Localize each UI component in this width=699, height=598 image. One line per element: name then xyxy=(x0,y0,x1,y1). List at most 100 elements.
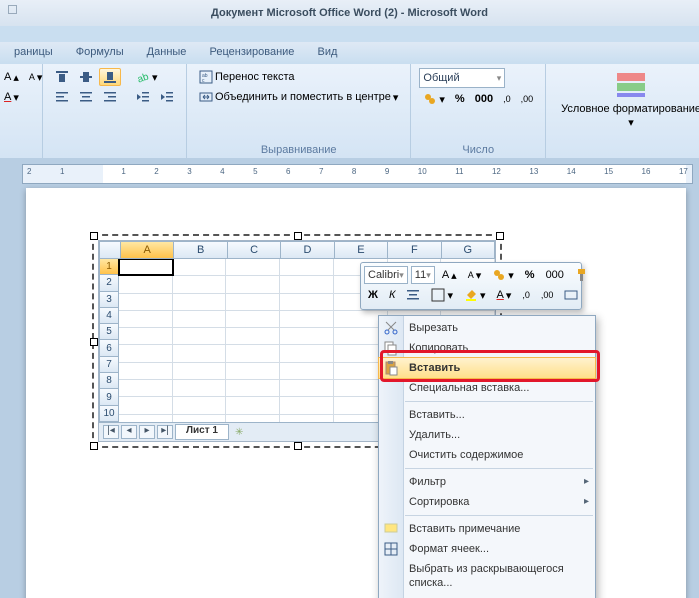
column-header[interactable]: C xyxy=(228,241,281,259)
cell[interactable] xyxy=(173,259,227,275)
align-right-button[interactable] xyxy=(99,88,121,106)
cell[interactable] xyxy=(119,294,173,310)
resize-handle[interactable] xyxy=(90,338,98,346)
sheet-nav-last[interactable]: ▸| xyxy=(157,425,173,439)
row-header[interactable]: 2 xyxy=(99,275,119,291)
column-header[interactable]: D xyxy=(281,241,334,259)
percent-button[interactable]: % xyxy=(451,90,469,108)
column-header[interactable]: E xyxy=(335,241,388,259)
sheet-nav-next[interactable]: ▸ xyxy=(139,425,155,439)
column-header[interactable]: G xyxy=(442,241,495,259)
font-grow-button[interactable]: A▴ xyxy=(0,68,23,86)
cell[interactable] xyxy=(226,363,280,379)
row-header[interactable]: 5 xyxy=(99,324,119,340)
mini-merge-button[interactable] xyxy=(560,286,582,304)
row-header[interactable]: 9 xyxy=(99,389,119,405)
align-middle-button[interactable] xyxy=(75,68,97,86)
cell[interactable] xyxy=(119,380,173,396)
conditional-formatting-button[interactable]: Условное форматирование▾ xyxy=(554,68,699,130)
ctx-cut[interactable]: Вырезать xyxy=(379,318,595,338)
mini-dec-decimal-button[interactable]: ,00 xyxy=(537,286,558,304)
align-left-button[interactable] xyxy=(51,88,73,106)
cell[interactable] xyxy=(226,259,280,275)
cell[interactable] xyxy=(280,345,334,361)
indent-increase-button[interactable] xyxy=(156,88,178,106)
cell[interactable] xyxy=(226,311,280,327)
cell[interactable] xyxy=(226,345,280,361)
cell[interactable] xyxy=(173,415,227,422)
orientation-button[interactable]: ab▾ xyxy=(132,68,162,86)
cell[interactable] xyxy=(173,345,227,361)
cell[interactable] xyxy=(280,311,334,327)
row-header[interactable]: 1 xyxy=(99,259,119,275)
mini-align-center-button[interactable] xyxy=(402,286,424,304)
cell[interactable] xyxy=(280,259,334,275)
cell[interactable] xyxy=(280,276,334,292)
cell[interactable] xyxy=(173,363,227,379)
cell[interactable] xyxy=(226,397,280,413)
mini-bold-button[interactable]: Ж xyxy=(364,286,382,304)
currency-button[interactable]: ▾ xyxy=(419,90,449,108)
cell[interactable] xyxy=(173,397,227,413)
cell[interactable] xyxy=(226,380,280,396)
mini-inc-decimal-button[interactable]: ,0 xyxy=(518,286,534,304)
mini-format-painter-button[interactable] xyxy=(571,266,593,284)
row-header[interactable]: 8 xyxy=(99,373,119,389)
comma-button[interactable]: 000 xyxy=(471,90,497,108)
cell[interactable] xyxy=(119,311,173,327)
new-sheet-button[interactable]: ✳ xyxy=(235,427,243,438)
cell[interactable] xyxy=(226,328,280,344)
ctx-sort[interactable]: Сортировка xyxy=(379,492,595,512)
number-format-dropdown[interactable]: Общий▾ xyxy=(419,68,505,88)
ctx-copy[interactable]: Копировать xyxy=(379,338,595,358)
ctx-format-cells[interactable]: Формат ячеек... xyxy=(379,539,595,559)
cell[interactable] xyxy=(173,294,227,310)
mini-font-dropdown[interactable]: Calibri▾ xyxy=(364,266,408,284)
sheet-nav-prev[interactable]: ◂ xyxy=(121,425,137,439)
cell[interactable] xyxy=(119,397,173,413)
cell[interactable] xyxy=(280,363,334,379)
tab-pages[interactable]: раницы xyxy=(4,42,63,62)
cell[interactable] xyxy=(119,276,173,292)
cell[interactable] xyxy=(173,328,227,344)
ctx-filter[interactable]: Фильтр xyxy=(379,472,595,492)
column-header[interactable]: A xyxy=(121,241,174,259)
sheet-tab[interactable]: Лист 1 xyxy=(175,424,229,440)
indent-decrease-button[interactable] xyxy=(132,88,154,106)
select-all-corner[interactable] xyxy=(99,241,121,259)
column-header[interactable]: B xyxy=(174,241,227,259)
mini-italic-button[interactable]: К xyxy=(385,286,399,304)
mini-borders-button[interactable]: ▾ xyxy=(427,286,457,304)
cell[interactable] xyxy=(119,345,173,361)
resize-handle[interactable] xyxy=(496,232,504,240)
mini-percent-button[interactable]: % xyxy=(521,266,539,284)
tab-formulas[interactable]: Формулы xyxy=(66,42,134,62)
resize-handle[interactable] xyxy=(90,442,98,450)
row-header[interactable]: 7 xyxy=(99,357,119,373)
row-header[interactable]: 4 xyxy=(99,308,119,324)
ctx-pick-from-list[interactable]: Выбрать из раскрывающегося списка... xyxy=(379,559,595,593)
ctx-paste[interactable]: Вставить xyxy=(379,358,595,378)
column-header[interactable]: F xyxy=(388,241,441,259)
cell[interactable] xyxy=(280,380,334,396)
font-color-button[interactable]: A▾ xyxy=(0,88,23,106)
ctx-insert[interactable]: Вставить... xyxy=(379,405,595,425)
row-header[interactable]: 3 xyxy=(99,292,119,308)
cell[interactable] xyxy=(173,380,227,396)
cell[interactable] xyxy=(173,311,227,327)
cell[interactable] xyxy=(226,276,280,292)
cell[interactable] xyxy=(226,294,280,310)
cell[interactable] xyxy=(119,363,173,379)
cell[interactable] xyxy=(280,415,334,422)
mini-comma-button[interactable]: 000 xyxy=(542,266,568,284)
resize-handle[interactable] xyxy=(294,232,302,240)
mini-font-color-button[interactable]: А▾ xyxy=(493,286,516,304)
cell[interactable] xyxy=(280,294,334,310)
merge-center-button[interactable]: Объединить и поместить в центре▾ xyxy=(195,88,402,106)
ctx-named-range[interactable]: Имя диапазона... xyxy=(379,593,595,598)
mini-size-dropdown[interactable]: 11▾ xyxy=(411,266,435,284)
cell[interactable] xyxy=(119,328,173,344)
cell[interactable] xyxy=(119,259,173,275)
tab-review[interactable]: Рецензирование xyxy=(199,42,304,62)
cell[interactable] xyxy=(119,415,173,422)
